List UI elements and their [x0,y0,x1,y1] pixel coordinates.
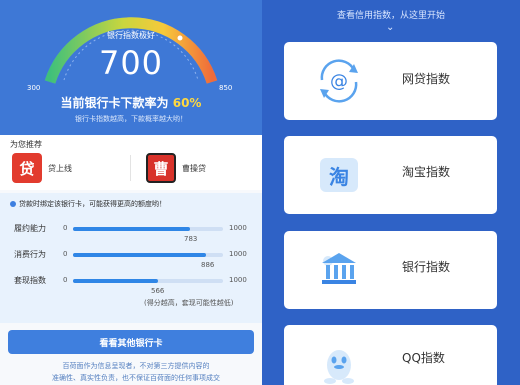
dai-app-icon: 贷 [12,153,42,183]
score-header: 银行指数极好 700 300 850 当前银行卡下款率为 60% 银行卡指数越高… [0,0,262,135]
bind-tip: 贷款时绑定该银行卡，可能获得更高的额度哟！ [10,199,166,209]
card-metrics-section: 贷款时绑定该银行卡，可能获得更高的额度哟！ 履约能力 0 1000 783 消费… [0,193,262,323]
disclaimer-line: 百荷面作为信息呈现者，不对第三方提供内容的 [62,362,210,370]
card-title: 网贷指数 [402,72,451,86]
chevron-down-icon: ⌄ [386,22,395,33]
card-title: QQ指数 [402,351,445,365]
metric-bar-fill [73,253,206,257]
metrics-note: (得分越高，套现可能性越低) [144,299,234,307]
metric-bar-fill [73,227,191,231]
gauge-subtitle: 银行卡指数越高，下款概率越大哟！ [75,115,187,123]
bind-tip-text: 贷款时绑定该银行卡，可能获得更高的额度哟！ [19,200,166,208]
recommend-section: 为您推荐 贷 贷上线 曹 曹操贷 [0,135,262,190]
at-sign-icon: @ [320,59,358,103]
card-qq-index[interactable]: QQ指数 [284,325,497,385]
bullet-icon [10,201,16,207]
rate-prefix: 当前银行卡下款率为 [60,96,169,110]
metric-min: 0 [63,276,68,284]
view-other-cards-button[interactable]: 看看其他银行卡 [8,330,254,354]
card-title: 淘宝指数 [402,165,451,179]
metric-label: 消费行为 [14,250,46,259]
metric-max: 1000 [229,250,247,258]
svg-text:@: @ [330,71,348,92]
card-title: 银行指数 [402,260,451,274]
index-header: 查看信用指数，从这里开始 [336,11,445,21]
metric-min: 0 [63,250,68,258]
metric-max: 1000 [229,276,247,284]
rate-value: 60% [172,96,202,110]
card-bank-index[interactable]: 银行指数 [284,231,497,309]
recommend-app-caocao[interactable]: 曹 曹操贷 [146,153,206,183]
app-name: 曹操贷 [182,163,206,173]
svg-text:淘: 淘 [329,165,349,189]
metric-value: 566 [151,287,165,295]
bank-icon [322,253,356,284]
recommend-title: 为您推荐 [10,140,42,149]
app-name: 贷上线 [48,163,72,173]
metric-bar [73,227,223,231]
metric-label: 履约能力 [14,224,46,233]
card-wangdai-index[interactable]: @ 网贷指数 [284,42,497,120]
taobao-icon: 淘 [320,158,358,192]
metric-min: 0 [63,224,68,232]
metric-bar [73,253,223,257]
approval-rate: 当前银行卡下款率为 60% [0,94,262,111]
credit-score: 700 [98,44,164,82]
metric-bar [73,279,223,283]
left-panel: 银行指数极好 700 300 850 当前银行卡下款率为 60% 银行卡指数越高… [0,0,262,385]
gauge-label: 银行指数极好 [107,31,155,40]
right-panel: 查看信用指数，从这里开始 ⌄ @ 网贷指数 淘 淘宝指数 银行指数 QQ指数 [262,0,520,385]
card-taobao-index[interactable]: 淘 淘宝指数 [284,136,497,214]
metric-label: 套现指数 [14,276,46,285]
metric-max: 1000 [229,224,247,232]
disclaimer-line: 准确性、真实性负责，也不保证百荷面的任何事项成交 [52,374,220,382]
metric-value: 783 [184,235,198,243]
divider [130,155,131,181]
qq-penguin-icon [324,350,354,384]
gauge-max: 850 [219,84,233,92]
recommend-app-dai[interactable]: 贷 贷上线 [12,153,72,183]
metric-value: 886 [201,261,215,269]
metric-bar-fill [73,279,158,283]
gauge-min: 300 [27,84,41,92]
caocao-app-icon: 曹 [146,153,176,183]
